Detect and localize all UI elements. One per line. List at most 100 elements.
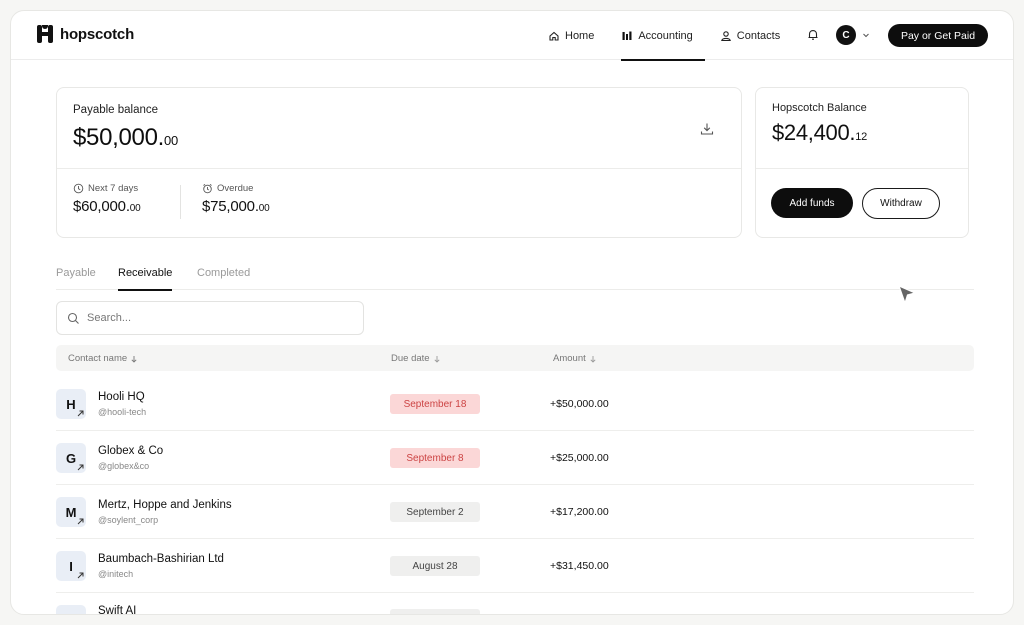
column-due-date-label: Due date [391, 353, 430, 364]
row-amount: +$25,000.00 [550, 452, 609, 464]
stat-overdue-value-cents: 00 [258, 203, 270, 214]
stat-overdue: Overdue $75,000.00 [202, 183, 270, 215]
hopscotch-balance-header: Hopscotch Balance $24,400.12 [756, 88, 968, 169]
clock-icon [73, 183, 84, 194]
payable-balance-title: Payable balance [73, 104, 159, 116]
download-icon[interactable] [699, 121, 715, 137]
table-row[interactable]: G Globex & Co @globex&co September 8 +$2… [56, 431, 974, 485]
table-header: Contact name Due date Amount [56, 345, 974, 371]
home-icon [549, 31, 559, 41]
nav-home[interactable]: Home [548, 11, 594, 60]
payable-amount-cents: 00 [164, 133, 178, 148]
nav-links: Home Accounting Contacts [548, 11, 780, 61]
row-amount: +$17,200.00 [550, 506, 609, 518]
arrow-up-right-icon [77, 410, 84, 417]
contacts-icon [720, 30, 731, 41]
stat-next-7-days-text: Next 7 days [88, 183, 139, 194]
nav-contacts[interactable]: Contacts [720, 11, 780, 60]
search-input[interactable] [87, 312, 347, 324]
contact-avatar-initial: M [65, 504, 77, 520]
contact-handle: @globex&co [98, 461, 150, 471]
stat-overdue-label: Overdue [202, 183, 270, 194]
arrow-up-right-icon [77, 464, 84, 471]
contact-avatar-initial: H [66, 396, 76, 412]
arrow-down-icon [434, 355, 440, 363]
hopscotch-balance-title: Hopscotch Balance [772, 102, 867, 114]
bell-icon[interactable] [806, 28, 820, 42]
payable-amount-main: $50,000. [73, 124, 165, 151]
search-box[interactable] [56, 301, 364, 335]
stat-overdue-text: Overdue [217, 183, 254, 194]
user-avatar[interactable]: C [836, 25, 856, 45]
contact-handle: @soylent_corp [98, 515, 159, 525]
nav-home-label: Home [565, 29, 595, 42]
top-nav: hopscotch Home Accounting Contacts C Pay… [11, 11, 1013, 61]
column-header-amount[interactable]: Amount [553, 353, 597, 364]
bar-chart-icon [622, 31, 632, 40]
row-amount: +$50,000.00 [550, 398, 609, 410]
table-row[interactable]: S Swift AI [56, 593, 974, 615]
stat-next-7-days: Next 7 days $60,000.00 [73, 183, 141, 215]
contact-avatar: M [56, 497, 86, 527]
contact-name: Swift AI [98, 605, 137, 615]
due-date-badge: September 8 [390, 448, 480, 468]
stat-overdue-value-main: $75,000. [202, 198, 259, 215]
column-header-due-date[interactable]: Due date [391, 353, 441, 364]
contact-avatar: H [56, 389, 86, 419]
contact-name: Baumbach-Bashirian Ltd [98, 553, 224, 565]
nav-contacts-label: Contacts [736, 29, 781, 42]
stat-overdue-value: $75,000.00 [202, 198, 270, 215]
arrow-down-icon [590, 355, 596, 363]
column-amount-label: Amount [553, 353, 586, 364]
row-amount: +$31,450.00 [550, 560, 609, 572]
payable-balance-header: Payable balance $50,000.00 [57, 88, 741, 169]
contact-handle: @hooli-tech [98, 407, 147, 417]
stat-next-7-days-value-main: $60,000. [73, 198, 130, 215]
contact-avatar: G [56, 443, 86, 473]
payable-balance-amount: $50,000.00 [73, 124, 178, 152]
nav-accounting[interactable]: Accounting [621, 11, 706, 61]
contact-avatar-initial: I [69, 558, 73, 574]
contact-name: Mertz, Hoppe and Jenkins [98, 499, 232, 511]
due-date-badge: September 18 [390, 394, 480, 414]
hopscotch-balance-card: Hopscotch Balance $24,400.12 Add funds W… [755, 87, 969, 238]
contact-avatar: S [56, 605, 86, 614]
hopscotch-logo-icon [37, 25, 53, 43]
contact-avatar-initial: G [65, 450, 77, 466]
chevron-down-icon[interactable] [862, 31, 870, 39]
table-row[interactable]: I Baumbach-Bashirian Ltd @initech August… [56, 539, 974, 593]
arrow-up-right-icon [77, 572, 84, 579]
pay-or-get-paid-button[interactable]: Pay or Get Paid [888, 24, 988, 47]
due-date-badge [390, 609, 480, 614]
payable-balance-card: Payable balance $50,000.00 Next 7 days $… [56, 87, 742, 238]
due-date-badge: August 28 [390, 556, 480, 576]
table-row[interactable]: H Hooli HQ @hooli-tech September 18 +$50… [56, 377, 974, 431]
alarm-icon [203, 183, 212, 194]
logo[interactable]: hopscotch [37, 25, 134, 43]
add-funds-button[interactable]: Add funds [771, 188, 853, 218]
stat-next-7-days-label: Next 7 days [73, 183, 141, 194]
withdraw-button[interactable]: Withdraw [862, 188, 940, 219]
arrow-down-icon [131, 355, 137, 363]
transaction-tabs: Payable Receivable Completed [56, 267, 974, 291]
contact-name: Hooli HQ [98, 391, 145, 403]
arrow-up-right-icon [77, 518, 84, 525]
hopscotch-balance-amount-cents: 12 [855, 131, 867, 143]
contact-name: Globex & Co [98, 445, 164, 457]
nav-accounting-label: Accounting [638, 29, 693, 42]
table-row[interactable]: M Mertz, Hoppe and Jenkins @soylent_corp… [56, 485, 974, 539]
column-contact-name-label: Contact name [68, 353, 128, 364]
contact-avatar: I [56, 551, 86, 581]
contact-handle: @initech [98, 569, 134, 579]
tab-completed[interactable]: Completed [197, 267, 250, 290]
app-window: hopscotch Home Accounting Contacts C Pay… [10, 10, 1014, 615]
column-header-contact-name[interactable]: Contact name [68, 353, 138, 364]
tab-payable[interactable]: Payable [56, 267, 96, 290]
logo-text: hopscotch [60, 25, 135, 43]
payable-stats: Next 7 days $60,000.00 Overdue $75,000.0… [57, 169, 741, 238]
due-date-badge: September 2 [390, 502, 480, 522]
search-icon [67, 312, 79, 324]
tab-receivable[interactable]: Receivable [118, 267, 173, 291]
mouse-pointer-icon [897, 284, 917, 305]
hopscotch-balance-amount: $24,400.12 [772, 120, 867, 146]
